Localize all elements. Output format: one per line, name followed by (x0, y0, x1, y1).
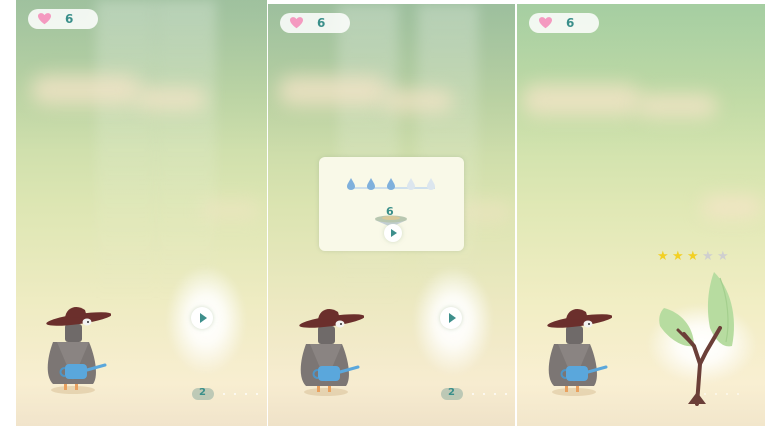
play-button[interactable] (440, 307, 462, 329)
level-dot (472, 393, 474, 395)
water-drop-filled-icon (367, 178, 375, 190)
gardener-character (46, 306, 111, 394)
star-filled-icon: ★ (657, 249, 669, 264)
water-drop-empty-icon (407, 178, 415, 190)
level-number: 2 (199, 387, 206, 398)
continue-play-button[interactable] (384, 224, 402, 242)
cloud (201, 200, 261, 220)
cloud (31, 75, 141, 105)
level-dot (704, 393, 706, 395)
cloud (136, 88, 206, 110)
cloud (637, 94, 717, 118)
water-drop-filled-icon (387, 178, 395, 190)
lives-count: 6 (317, 16, 326, 30)
light-beam (156, 0, 216, 300)
cloud (383, 90, 453, 112)
game-screen-2: 6 6 2 (268, 4, 515, 426)
star-filled-icon: ★ (672, 249, 684, 264)
play-icon (391, 229, 397, 237)
light-beam (96, 0, 156, 300)
level-number: 2 (448, 387, 455, 398)
level-badge: 2 (441, 387, 463, 400)
level-indicator: 2 (441, 387, 507, 401)
cloud (702, 196, 762, 218)
cloud (522, 84, 642, 116)
lives-counter: 6 (529, 13, 599, 33)
level-dot (245, 393, 247, 395)
level-dot (505, 393, 507, 395)
play-icon (448, 313, 456, 323)
light-beam (418, 4, 478, 304)
star-filled-icon: ★ (687, 249, 699, 264)
cloud (278, 76, 388, 106)
level-dot (494, 393, 496, 395)
lives-counter: 6 (28, 9, 98, 29)
level-indicator: 2 (192, 387, 258, 401)
level-dot (223, 393, 225, 395)
lives-counter: 6 (280, 13, 350, 33)
water-drop-empty-icon (427, 178, 435, 190)
heart-icon (38, 13, 51, 25)
play-icon (199, 313, 207, 323)
star-empty-icon: ★ (702, 249, 714, 264)
level-badge: 2 (192, 387, 214, 400)
level-dot (483, 393, 485, 395)
gardener-character (299, 308, 364, 396)
level-indicator (695, 387, 739, 401)
level-dot (737, 393, 739, 395)
level-dot (715, 393, 717, 395)
level-dot (726, 393, 728, 395)
game-screen-3: 6 ★ ★ ★ ★ ★ (517, 4, 765, 426)
game-screen-1: 6 2 (16, 0, 267, 426)
cloud (458, 202, 513, 222)
level-result-card: 6 (319, 157, 464, 251)
star-rating: ★ ★ ★ ★ ★ (657, 250, 732, 263)
level-dot (234, 393, 236, 395)
light-beam (338, 4, 398, 304)
result-score: 6 (386, 205, 394, 218)
water-drop-filled-icon (347, 178, 355, 190)
play-button[interactable] (191, 307, 213, 329)
lives-count: 6 (65, 12, 74, 26)
lives-count: 6 (566, 16, 575, 30)
gardener-character (547, 308, 612, 396)
heart-icon (290, 17, 303, 29)
heart-icon (539, 17, 552, 29)
level-dot (256, 393, 258, 395)
star-empty-icon: ★ (717, 249, 729, 264)
